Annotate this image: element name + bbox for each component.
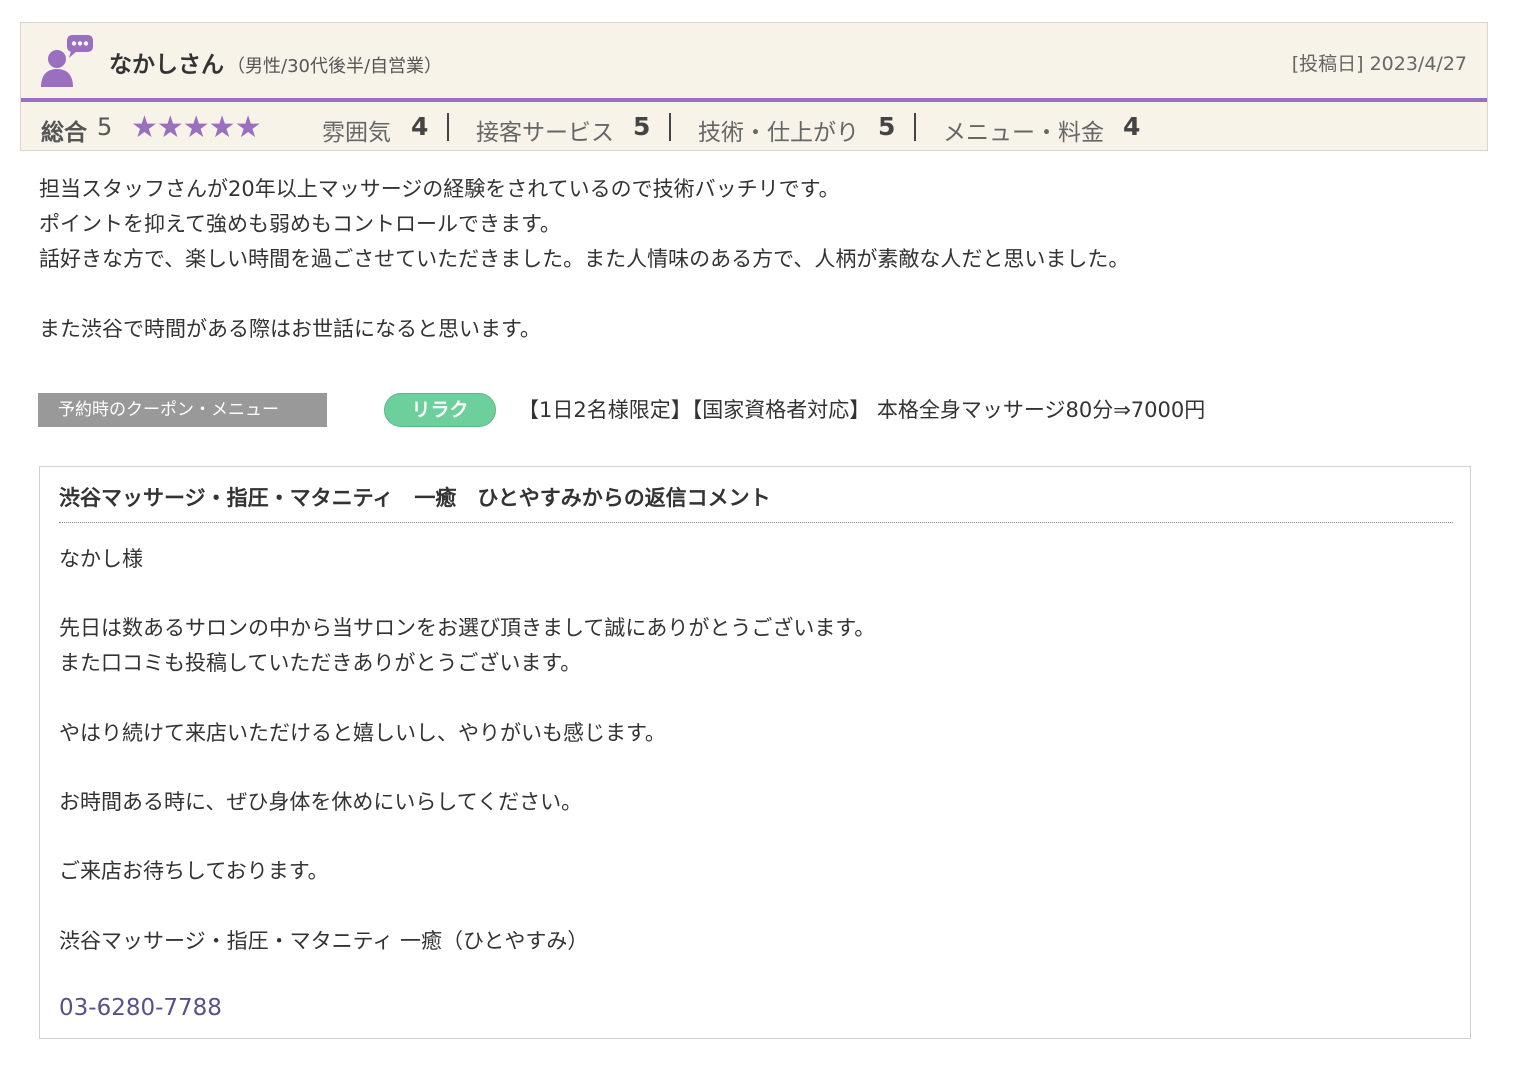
review-header: なかしさん （男性/30代後半/自営業） [投稿日] 2023/4/27 総合 … xyxy=(20,22,1488,151)
rating-separator xyxy=(669,113,671,141)
overall-score: 5 xyxy=(97,113,113,141)
rating-label-atmosphere: 雰囲気 xyxy=(322,120,391,146)
star-rating: ★★★★★ xyxy=(131,110,261,145)
rating-score-menu-price: 4 xyxy=(1123,112,1141,141)
rating-score-atmosphere: 4 xyxy=(411,112,429,141)
rating-label-technique: 技術・仕上がり xyxy=(698,120,859,146)
rating-score-technique: 5 xyxy=(878,112,896,141)
reviewer-meta: （男性/30代後半/自営業） xyxy=(227,56,443,77)
rating-score-service: 5 xyxy=(633,112,651,141)
reviewer-name: なかしさん xyxy=(109,52,224,78)
reviewer-bar: なかしさん （男性/30代後半/自営業） [投稿日] 2023/4/27 xyxy=(21,23,1487,99)
rating-separator xyxy=(914,113,916,141)
rating-separator xyxy=(447,113,449,141)
rating-label-menu-price: メニュー・料金 xyxy=(943,120,1104,146)
coupon-category-badge: リラク xyxy=(384,393,496,427)
reply-text: なかし様 先日は数あるサロンの中から当サロンをお選び頂きまして誠にありがとうござ… xyxy=(59,547,876,953)
user-comment-icon xyxy=(41,35,93,87)
review-text: 担当スタッフさんが20年以上マッサージの経験をされているので技術バッチリです。 … xyxy=(39,177,1130,341)
reply-divider xyxy=(59,522,1453,523)
reply-title: 渋谷マッサージ・指圧・マタニティ 一癒 ひとやすみからの返信コメント xyxy=(59,486,771,510)
coupon-menu-link[interactable]: 【1日2名様限定】【国家資格者対応】 本格全身マッサージ80分⇒7000円 xyxy=(518,394,1205,424)
header-divider xyxy=(21,98,1487,102)
salon-reply: 渋谷マッサージ・指圧・マタニティ 一癒 ひとやすみからの返信コメント なかし様 … xyxy=(39,466,1471,1039)
post-date: [投稿日] 2023/4/27 xyxy=(1291,53,1467,75)
coupon-label: 予約時のクーポン・メニュー xyxy=(38,393,327,427)
rating-label-service: 接客サービス xyxy=(476,120,614,146)
phone-link[interactable]: 03-6280-7788 xyxy=(59,995,222,1021)
overall-label: 総合 xyxy=(41,120,87,146)
ratings-row: 総合 5 ★★★★★ 雰囲気 4 接客サービス 5 技術・仕上がり 5 メニュー… xyxy=(21,103,1487,151)
